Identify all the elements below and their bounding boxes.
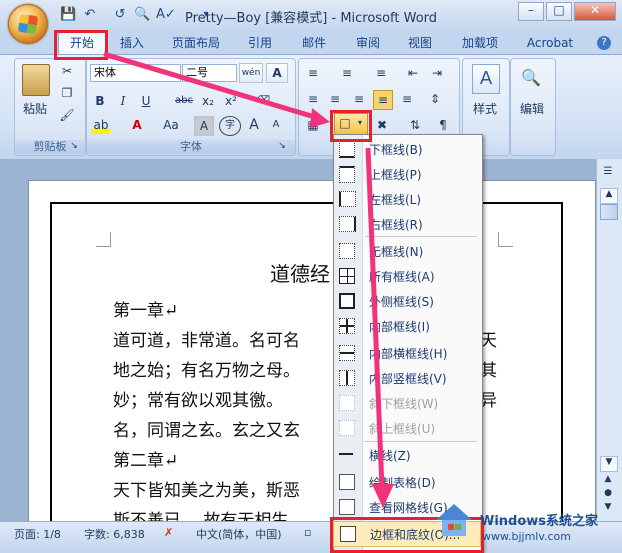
- arrow-to-borders: [103, 51, 319, 121]
- house-logo-icon: [434, 500, 474, 540]
- watermark-title: Windows系统之家: [480, 514, 599, 529]
- watermark-url: www.bjjmlv.com: [482, 530, 571, 543]
- arrowhead-1: [310, 108, 330, 128]
- watermark: Windows系统之家 www.bjjmlv.com: [430, 494, 622, 550]
- annotation-arrows: [103, 51, 394, 508]
- arrow-to-menu-item: [365, 147, 385, 489]
- arrowhead-2: [372, 484, 394, 508]
